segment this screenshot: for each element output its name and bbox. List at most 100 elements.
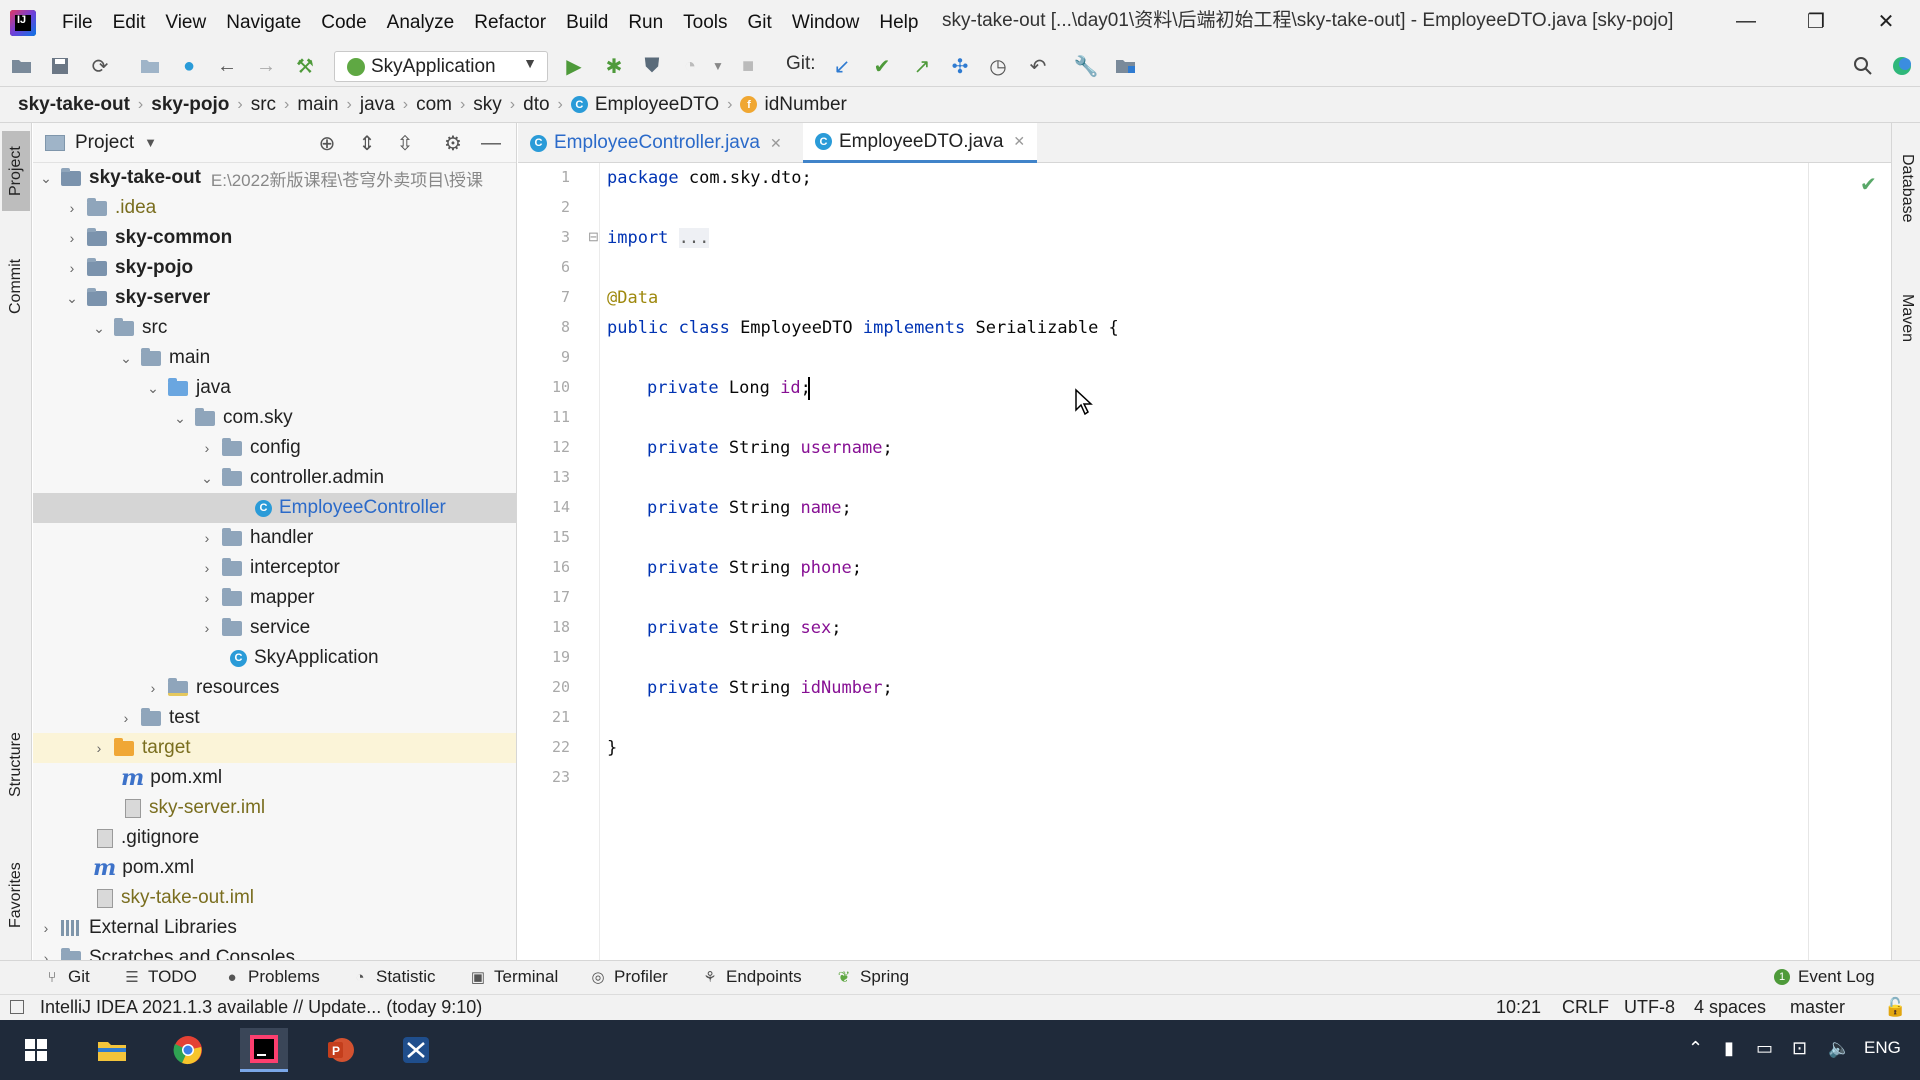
tab-favorites[interactable]: Favorites [2,845,30,945]
breadcrumb-item[interactable]: sky [473,94,502,116]
run-icon[interactable]: ▶ [562,54,586,78]
run-configuration-select[interactable]: SkyApplication ▼ [334,51,548,82]
menu-git[interactable]: Git [738,0,782,45]
folded-imports[interactable]: ... [678,228,710,248]
tree-item-sky-application[interactable]: C SkyApplication [33,643,516,673]
menu-window[interactable]: Window [782,0,870,45]
tree-item-com-sky[interactable]: ⌄ com.sky [33,403,516,433]
tree-item-handler[interactable]: › handler [33,523,516,553]
gear-icon[interactable]: ⚙ [441,131,465,155]
tab-endpoints[interactable]: ⚘ Endpoints [702,967,801,987]
chevron-right-icon[interactable]: › [37,920,55,936]
expand-all-icon[interactable]: ⇕ [355,131,379,155]
stop-icon[interactable]: ■ [736,54,760,78]
tree-item-config[interactable]: › config [33,433,516,463]
file-explorer-icon[interactable] [88,1028,136,1072]
locate-icon[interactable]: ⊕ [315,131,339,155]
tab-maven[interactable]: Maven [1894,263,1920,373]
caret-position[interactable]: 10:21 [1496,997,1541,1018]
history-icon[interactable]: ◷ [986,54,1010,78]
chevron-down-icon[interactable]: ⌄ [171,410,189,427]
chevron-right-icon[interactable]: › [63,200,81,216]
back-icon[interactable]: ← [215,54,239,78]
profile-icon[interactable]: ◔ [678,54,702,78]
chevron-right-icon[interactable]: › [198,440,216,456]
chevron-right-icon[interactable]: › [63,230,81,246]
chevron-right-icon[interactable]: › [144,680,162,696]
tray-network-icon[interactable]: ⊡ [1792,1038,1807,1059]
close-tab-icon[interactable]: ✕ [1013,133,1025,150]
menu-build[interactable]: Build [556,0,618,45]
chevron-down-icon[interactable]: ⌄ [117,350,135,367]
tab-structure[interactable]: Structure [2,715,30,815]
input-language[interactable]: ENG [1864,1038,1901,1058]
tray-usb-icon[interactable]: ▮ [1724,1038,1734,1059]
project-structure-icon[interactable] [138,54,162,78]
sync-icon[interactable]: ⟳ [88,54,112,78]
rollback-icon[interactable]: ↶ [1026,54,1050,78]
powerpoint-icon[interactable]: P [316,1028,364,1072]
breadcrumb-class[interactable]: C EmployeeDTO [570,94,719,116]
build-hammer-icon[interactable]: ⚒ [293,54,317,78]
chevron-right-icon[interactable]: › [198,620,216,636]
jetbrains-toolbox-icon[interactable] [1890,54,1914,78]
chevron-right-icon[interactable]: › [90,740,108,756]
breadcrumb-item[interactable]: src [251,94,276,116]
menu-refactor[interactable]: Refactor [464,0,556,45]
tray-battery-icon[interactable]: ▭ [1756,1038,1773,1059]
tree-item-gitignore[interactable]: .gitignore [33,823,516,853]
tab-employee-controller[interactable]: C EmployeeController.java ✕ [518,123,794,163]
tray-volume-icon[interactable]: 🔈 [1828,1038,1850,1059]
tab-database[interactable]: Database [1894,133,1920,243]
windows-start-icon[interactable] [12,1028,60,1072]
git-commit-icon[interactable]: ✔ [870,54,894,78]
tree-item-idea[interactable]: › .idea [33,193,516,223]
tree-item-pom-root[interactable]: m pom.xml [33,853,516,883]
restore-button[interactable]: ❐ [1783,0,1849,42]
tree-item-pom-server[interactable]: m pom.xml [33,763,516,793]
menu-tools[interactable]: Tools [673,0,737,45]
git-branch[interactable]: master [1790,997,1845,1018]
open-folder-icon[interactable] [10,54,34,78]
breadcrumb-item[interactable]: main [297,94,338,116]
tree-item-root[interactable]: ⌄ sky-take-out E:\2022新版课程\苍穹外卖项目\授课 [33,163,516,193]
hide-panel-icon[interactable]: — [479,131,503,155]
profile-dropdown-icon[interactable]: ▼ [706,54,730,78]
breadcrumb-field[interactable]: f idNumber [740,94,847,116]
search-icon[interactable] [1851,54,1875,78]
tree-item-mapper[interactable]: › mapper [33,583,516,613]
git-fetch-icon[interactable]: ✣ [948,54,972,78]
chevron-right-icon[interactable]: › [198,530,216,546]
chevron-down-icon[interactable]: ⌄ [37,170,55,187]
tree-item-scratches[interactable]: › Scratches and Consoles [33,943,516,960]
collapse-all-icon[interactable]: ⇳ [393,131,417,155]
chevron-right-icon[interactable]: › [198,590,216,606]
tree-item-root-iml[interactable]: sky-take-out.iml [33,883,516,913]
inspection-ok-icon[interactable]: ✔ [1860,172,1877,197]
menu-run[interactable]: Run [618,0,673,45]
intellij-taskbar-icon[interactable] [240,1028,288,1072]
tab-git[interactable]: ⑂ Git [44,967,89,987]
tab-spring[interactable]: ❦ Spring [836,967,909,987]
menu-code[interactable]: Code [311,0,376,45]
tab-terminal[interactable]: ▣ Terminal [470,967,558,987]
tree-item-src[interactable]: ⌄ src [33,313,516,343]
lock-icon[interactable]: 🔓 [1884,997,1906,1018]
tree-item-controller-admin[interactable]: ⌄ controller.admin [33,463,516,493]
chevron-down-icon[interactable]: ⌄ [63,290,81,307]
tab-commit[interactable]: Commit [2,241,30,331]
tree-item-external-libraries[interactable]: › External Libraries [33,913,516,943]
chevron-right-icon[interactable]: › [63,260,81,276]
menu-file[interactable]: File [52,0,103,45]
git-update-icon[interactable]: ↙ [830,54,854,78]
tab-project[interactable]: Project [2,131,30,211]
tree-item-service[interactable]: › service [33,613,516,643]
coverage-icon[interactable]: ⛊ [640,54,664,78]
tab-todo[interactable]: ☰ TODO [124,967,197,987]
git-push-icon[interactable]: ↗ [910,54,934,78]
file-encoding[interactable]: UTF-8 [1624,997,1675,1018]
tree-item-resources[interactable]: › resources [33,673,516,703]
code-editor[interactable]: package com.sky.dto; import ... @Data pu… [601,163,1890,960]
save-all-icon[interactable] [48,54,72,78]
breadcrumb-item[interactable]: com [416,94,452,116]
